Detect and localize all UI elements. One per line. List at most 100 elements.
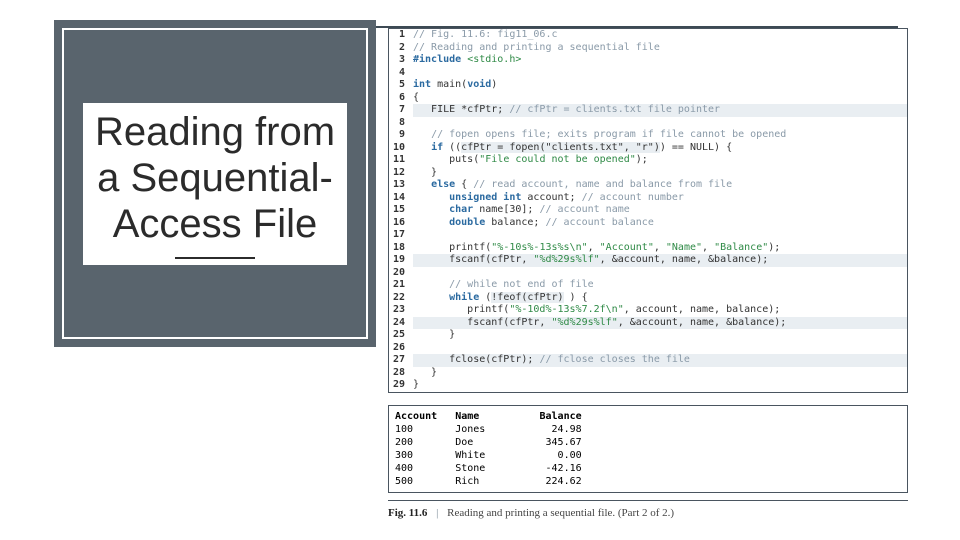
code-line: 27 fclose(cfPtr); // fclose closes the f… [389, 354, 907, 367]
line-number: 25 [389, 329, 413, 342]
code-content: } [413, 367, 907, 380]
code-line: 18 printf("%-10s%-13s%s\n", "Account", "… [389, 242, 907, 255]
line-number: 10 [389, 142, 413, 155]
code-content: while (!feof(cfPtr) ) { [413, 292, 907, 305]
code-line: 3#include <stdio.h> [389, 54, 907, 67]
output-row: 400 Stone -42.16 [395, 462, 901, 475]
code-content: #include <stdio.h> [413, 54, 907, 67]
code-content [413, 67, 907, 80]
line-number: 8 [389, 117, 413, 130]
code-content: unsigned int account; // account number [413, 192, 907, 205]
code-line: 8 [389, 117, 907, 130]
code-line: 1// Fig. 11.6: fig11_06.c [389, 29, 907, 42]
code-line: 29} [389, 379, 907, 392]
code-line: 5int main(void) [389, 79, 907, 92]
code-content: double balance; // account balance [413, 217, 907, 230]
code-line: 24 fscanf(cfPtr, "%d%29s%lf", &account, … [389, 317, 907, 330]
line-number: 3 [389, 54, 413, 67]
line-number: 26 [389, 342, 413, 355]
slide-title: Reading from a Sequential- Access File [89, 109, 341, 259]
figure-caption: Fig. 11.6 | Reading and printing a seque… [388, 500, 908, 519]
code-content: // fopen opens file; exits program if fi… [413, 129, 907, 142]
line-number: 23 [389, 304, 413, 317]
code-line: 26 [389, 342, 907, 355]
line-number: 6 [389, 92, 413, 105]
code-content: } [413, 379, 907, 392]
code-line: 6{ [389, 92, 907, 105]
code-line: 28 } [389, 367, 907, 380]
code-content: FILE *cfPtr; // cfPtr = clients.txt file… [413, 104, 907, 117]
code-line: 21 // while not end of file [389, 279, 907, 292]
code-content: else { // read account, name and balance… [413, 179, 907, 192]
caption-separator: | [430, 507, 444, 519]
line-number: 19 [389, 254, 413, 267]
code-content: // while not end of file [413, 279, 907, 292]
code-line: 9 // fopen opens file; exits program if … [389, 129, 907, 142]
code-content: puts("File could not be opened"); [413, 154, 907, 167]
code-line: 12 } [389, 167, 907, 180]
code-line: 13 else { // read account, name and bala… [389, 179, 907, 192]
code-content: fscanf(cfPtr, "%d%29s%lf", &account, nam… [413, 317, 907, 330]
line-number: 16 [389, 217, 413, 230]
code-line: 19 fscanf(cfPtr, "%d%29s%lf", &account, … [389, 254, 907, 267]
code-listing: 1// Fig. 11.6: fig11_06.c2// Reading and… [388, 28, 908, 393]
code-line: 11 puts("File could not be opened"); [389, 154, 907, 167]
code-content: } [413, 167, 907, 180]
code-line: 2// Reading and printing a sequential fi… [389, 42, 907, 55]
line-number: 17 [389, 229, 413, 242]
line-number: 14 [389, 192, 413, 205]
code-line: 22 while (!feof(cfPtr) ) { [389, 292, 907, 305]
line-number: 29 [389, 379, 413, 392]
figure-number: Fig. 11.6 [388, 507, 427, 519]
code-content: fscanf(cfPtr, "%d%29s%lf", &account, nam… [413, 254, 907, 267]
code-line: 20 [389, 267, 907, 280]
title-line-2: a Sequential- [97, 156, 333, 200]
code-content: if ((cfPtr = fopen("clients.txt", "r")) … [413, 142, 907, 155]
code-content: { [413, 92, 907, 105]
line-number: 20 [389, 267, 413, 280]
line-number: 24 [389, 317, 413, 330]
line-number: 7 [389, 104, 413, 117]
line-number: 28 [389, 367, 413, 380]
output-row: 500 Rich 224.62 [395, 475, 901, 488]
line-number: 21 [389, 279, 413, 292]
code-line: 25 } [389, 329, 907, 342]
code-content: // Reading and printing a sequential fil… [413, 42, 907, 55]
line-number: 15 [389, 204, 413, 217]
code-content: printf("%-10d%-13s%7.2f\n", account, nam… [413, 304, 907, 317]
code-content: printf("%-10s%-13s%s\n", "Account", "Nam… [413, 242, 907, 255]
title-box: Reading from a Sequential- Access File [62, 28, 368, 339]
line-number: 27 [389, 354, 413, 367]
line-number: 18 [389, 242, 413, 255]
code-line: 10 if ((cfPtr = fopen("clients.txt", "r"… [389, 142, 907, 155]
line-number: 5 [389, 79, 413, 92]
code-content: fclose(cfPtr); // fclose closes the file [413, 354, 907, 367]
caption-text: Reading and printing a sequential file. … [447, 507, 674, 519]
code-content: // Fig. 11.6: fig11_06.c [413, 29, 907, 42]
line-number: 1 [389, 29, 413, 42]
code-line: 14 unsigned int account; // account numb… [389, 192, 907, 205]
title-line-1: Reading from [95, 110, 335, 154]
line-number: 11 [389, 154, 413, 167]
code-content [413, 342, 907, 355]
code-content: int main(void) [413, 79, 907, 92]
code-line: 7 FILE *cfPtr; // cfPtr = clients.txt fi… [389, 104, 907, 117]
program-output: Account Name Balance100 Jones 24.98200 D… [388, 405, 908, 493]
title-line-3: Access File [113, 202, 318, 246]
code-content: } [413, 329, 907, 342]
code-content [413, 229, 907, 242]
line-number: 9 [389, 129, 413, 142]
line-number: 2 [389, 42, 413, 55]
code-line: 15 char name[30]; // account name [389, 204, 907, 217]
output-header: Account Name Balance [395, 410, 901, 423]
line-number: 4 [389, 67, 413, 80]
line-number: 13 [389, 179, 413, 192]
code-content [413, 117, 907, 130]
output-row: 100 Jones 24.98 [395, 423, 901, 436]
line-number: 12 [389, 167, 413, 180]
code-line: 17 [389, 229, 907, 242]
code-content: char name[30]; // account name [413, 204, 907, 217]
line-number: 22 [389, 292, 413, 305]
code-line: 16 double balance; // account balance [389, 217, 907, 230]
output-row: 300 White 0.00 [395, 449, 901, 462]
